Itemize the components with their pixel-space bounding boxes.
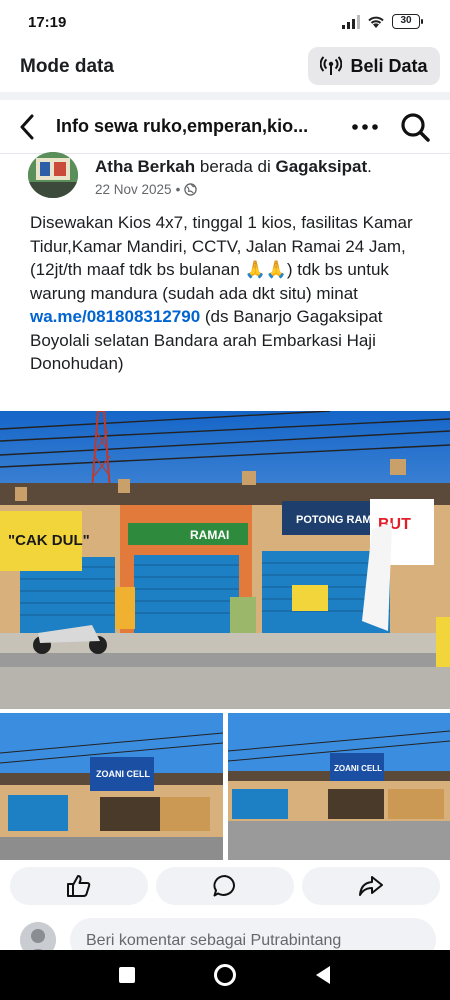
wifi-icon (368, 16, 384, 28)
globe-icon (184, 183, 198, 196)
like-button[interactable] (10, 867, 148, 905)
author-line: Atha Berkah berada di Gagaksipat. (95, 157, 372, 177)
sign-middle-text: RAMAI (190, 528, 229, 542)
system-nav-bar (0, 950, 450, 1000)
home-icon[interactable] (213, 963, 237, 987)
small-sign-right-text: ZOANI CELL (334, 764, 382, 773)
buy-data-button[interactable]: Beli Data (308, 47, 440, 85)
post-photo-left[interactable]: ZOANI CELL (0, 713, 223, 860)
post-body: Disewakan Kios 4x7, tinggal 1 kios, fasi… (30, 211, 430, 376)
group-title: Info sewa ruko,emperan,kio... (56, 116, 309, 136)
post-meta: 22 Nov 2025 • (95, 182, 198, 197)
thumbs-up-icon (67, 875, 91, 897)
at-text: berada di (199, 157, 271, 176)
signal-icon (342, 14, 360, 29)
search-icon[interactable] (398, 110, 432, 144)
author-avatar[interactable] (28, 152, 78, 198)
author-name[interactable]: Atha Berkah (95, 157, 195, 176)
broadcast-icon (320, 56, 343, 75)
status-bar: 17:19 30 (0, 0, 450, 44)
post-photo-main[interactable]: "CAK DUL" RAMAI POTONG RAMBUT BUT (0, 411, 450, 709)
post-text-main: Disewakan Kios 4x7, tinggal 1 kios, fasi… (30, 213, 413, 303)
meta-separator: • (175, 182, 181, 197)
back-arrow-icon[interactable] (14, 112, 42, 142)
status-icons: 30 (342, 14, 423, 29)
share-arrow-icon (359, 876, 383, 896)
comment-bubble-icon (213, 874, 235, 897)
small-sign-left-text: ZOANI CELL (96, 769, 150, 779)
more-options-icon[interactable] (350, 114, 380, 140)
share-button[interactable] (302, 867, 440, 905)
comment-row: Beri komentar sebagai Putrabintang (0, 914, 450, 950)
sign-left-text: "CAK DUL" (8, 532, 90, 549)
post-date[interactable]: 22 Nov 2025 (95, 182, 172, 197)
post-photo-right[interactable]: ZOANI CELL (228, 713, 450, 860)
user-avatar (20, 922, 56, 950)
battery-icon: 30 (392, 14, 423, 29)
post-header: Info sewa ruko,emperan,kio... (0, 100, 450, 154)
divider (0, 92, 450, 100)
data-mode-bar: Mode data Beli Data (0, 44, 450, 92)
buy-data-label: Beli Data (350, 55, 428, 76)
post-actions (0, 860, 450, 912)
comment-button[interactable] (156, 867, 294, 905)
whatsapp-link[interactable]: wa.me/081808312790 (30, 307, 200, 326)
comment-input[interactable]: Beri komentar sebagai Putrabintang (70, 918, 436, 950)
location-name[interactable]: Gagaksipat (276, 157, 368, 176)
location-period: . (367, 157, 372, 176)
mode-title: Mode data (20, 56, 114, 77)
recents-icon[interactable] (118, 966, 136, 984)
back-nav-icon[interactable] (314, 965, 332, 985)
status-time: 17:19 (28, 14, 67, 31)
